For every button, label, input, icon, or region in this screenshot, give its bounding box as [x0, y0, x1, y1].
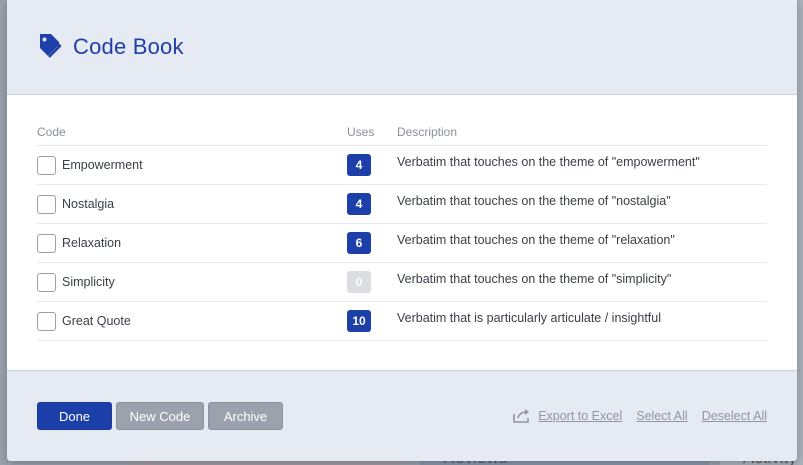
table-row: Empowerment 4 Verbatim that touches on t…: [37, 145, 767, 185]
export-to-excel-link[interactable]: Export to Excel: [512, 408, 622, 424]
code-description: Verbatim that is particularly articulate…: [397, 301, 767, 341]
column-header-code: Code: [37, 125, 347, 146]
uses-badge: 4: [347, 154, 371, 176]
code-label: Great Quote: [62, 314, 131, 328]
footer-links: Export to Excel Select All Deselect All: [512, 408, 767, 424]
table-row: Great Quote 10 Verbatim that is particul…: [37, 301, 767, 341]
code-checkbox[interactable]: [37, 272, 56, 292]
deselect-all-link[interactable]: Deselect All: [702, 409, 767, 423]
done-button[interactable]: Done: [37, 402, 112, 430]
code-label: Empowerment: [62, 158, 143, 172]
uses-badge: 4: [347, 193, 371, 215]
code-label: Nostalgia: [62, 197, 115, 211]
table-row: Simplicity 0 Verbatim that touches on th…: [37, 262, 767, 302]
export-icon: [513, 409, 530, 423]
uses-badge: 0: [347, 271, 371, 293]
table-row: Relaxation 6 Verbatim that touches on th…: [37, 223, 767, 263]
modal-title: Code Book: [73, 34, 184, 59]
code-checkbox[interactable]: [37, 194, 56, 214]
archive-button[interactable]: Archive: [208, 402, 283, 430]
code-checkbox[interactable]: [37, 311, 56, 331]
code-checkbox[interactable]: [37, 155, 56, 175]
export-to-excel-label[interactable]: Export to Excel: [538, 409, 622, 423]
modal-footer: Done New Code Archive Export to Excel Se…: [7, 370, 797, 461]
code-label: Simplicity: [62, 275, 115, 289]
column-header-uses: Uses: [347, 125, 397, 146]
modal-header: Code Book: [7, 0, 797, 95]
code-checkbox[interactable]: [37, 233, 56, 253]
column-header-description: Description: [397, 125, 767, 146]
uses-badge: 10: [347, 310, 371, 332]
code-description: Verbatim that touches on the theme of "n…: [397, 184, 767, 224]
code-table: Code Uses Description Empowerment 4 Verb…: [37, 125, 767, 341]
table-header-row: Code Uses Description: [37, 125, 767, 146]
code-label: Relaxation: [62, 236, 122, 250]
table-row: Nostalgia 4 Verbatim that touches on the…: [37, 184, 767, 224]
select-all-link[interactable]: Select All: [636, 409, 687, 423]
uses-badge: 6: [347, 232, 371, 254]
modal-body: Code Uses Description Empowerment 4 Verb…: [7, 95, 797, 370]
code-description: Verbatim that touches on the theme of "e…: [397, 145, 767, 185]
code-book-modal: Code Book Code Uses Description Empowerm…: [7, 0, 797, 461]
code-description: Verbatim that touches on the theme of "r…: [397, 223, 767, 263]
tag-icon: [40, 34, 62, 58]
new-code-button[interactable]: New Code: [116, 402, 204, 430]
code-description: Verbatim that touches on the theme of "s…: [397, 262, 767, 302]
